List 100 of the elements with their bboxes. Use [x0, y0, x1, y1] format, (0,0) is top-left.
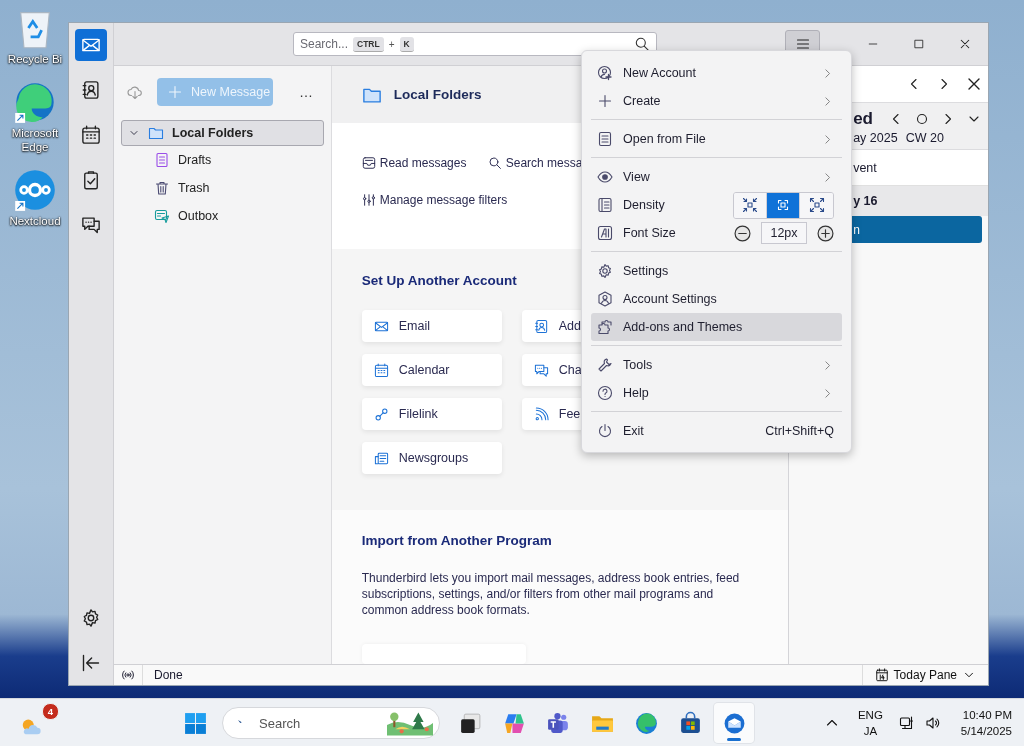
taskbar-search-field[interactable]: Search — [222, 707, 440, 739]
maximize-icon — [913, 38, 925, 50]
section-heading: Import from Another Program — [361, 533, 553, 548]
plus-icon — [597, 93, 613, 109]
menu-item[interactable]: Help — [591, 379, 842, 407]
network-icon — [898, 714, 915, 731]
month-label: ay 2025 — [853, 131, 898, 145]
antenna-icon — [121, 668, 135, 682]
eye-icon — [597, 169, 613, 185]
menu-item[interactable]: Account Settings — [591, 285, 842, 313]
menu-label: Density — [623, 198, 666, 212]
calendar-icon — [81, 125, 101, 145]
link-icon — [373, 406, 389, 422]
calendar-icon — [874, 668, 889, 682]
calendar-icon — [373, 362, 389, 378]
density-option[interactable] — [734, 192, 767, 218]
plus-sign: + — [388, 38, 395, 50]
contacts-icon — [533, 318, 549, 334]
folder-item[interactable]: Drafts — [121, 146, 324, 174]
outbox-icon — [154, 208, 170, 224]
chat-icon — [81, 215, 101, 235]
contacts-icon — [81, 80, 101, 100]
message-filters-link[interactable]: Manage message filters — [361, 193, 508, 208]
puzzle-icon — [597, 319, 613, 335]
close-icon — [959, 38, 971, 50]
menu-icon — [794, 36, 811, 52]
gear-icon — [597, 263, 613, 279]
language-button[interactable]: ENG JA — [857, 706, 883, 739]
more-button[interactable]: … — [295, 84, 317, 100]
circle-icon — [914, 111, 930, 127]
account-gear-icon — [597, 291, 613, 307]
desktop-icon-label: Recycle Bi — [6, 52, 64, 66]
account-type-card[interactable]: Calendar — [361, 354, 502, 387]
start-button[interactable] — [183, 710, 208, 736]
plus-icon — [817, 224, 834, 242]
font-size-field[interactable]: 12px — [761, 222, 807, 244]
power-icon — [597, 423, 613, 439]
density-option[interactable] — [800, 192, 833, 218]
wrench-icon — [597, 357, 613, 373]
account-type-card[interactable]: Email — [361, 310, 502, 343]
menu-item[interactable]: Add-ons and Themes — [591, 313, 842, 341]
density-icon — [597, 197, 613, 213]
desktop-icon-label: Nextcloud — [8, 214, 62, 228]
tasks-icon — [81, 170, 101, 190]
folder-icon — [148, 125, 164, 141]
menu-item[interactable]: New Account — [591, 59, 842, 87]
edge-icon[interactable] — [13, 80, 57, 124]
week-label: CW 20 — [905, 131, 944, 145]
plus-icon — [167, 84, 183, 100]
keyboard-key: CTRL — [353, 36, 384, 52]
menu-item[interactable]: Create — [591, 87, 842, 115]
keyboard-key: K — [399, 36, 414, 52]
edge-icon — [633, 710, 659, 736]
font-size-icon — [597, 225, 613, 241]
help-icon — [597, 385, 613, 401]
folder-item[interactable]: Outbox — [121, 202, 324, 230]
read-messages-link[interactable]: Read messages — [361, 156, 488, 171]
increase-button[interactable] — [817, 224, 834, 242]
search-messages-link[interactable]: Search messa — [487, 156, 583, 171]
search-field[interactable]: Search... CTRL + K — [293, 32, 657, 56]
section-heading: Set Up Another Account — [361, 273, 518, 289]
desktop-icon-label: Microsoft Edge — [10, 126, 60, 154]
import-description: Thunderbird lets you import mail messages, address book entries, feed subscriptions, settings, and/or filters from other mail programs and common address book formats. — [361, 570, 741, 618]
notification-badge: 4 — [42, 702, 59, 720]
menu-label: Font Size — [623, 226, 677, 240]
account-type-card[interactable]: Filelink — [361, 398, 502, 431]
account-add-icon — [597, 65, 613, 81]
trash-icon — [154, 180, 170, 196]
today-pane-button[interactable]: Today Pane — [861, 665, 988, 685]
network-button[interactable] — [898, 714, 915, 731]
close-icon — [966, 76, 982, 92]
sliders-icon — [361, 193, 376, 208]
compact-density-icon — [742, 197, 758, 213]
nextcloud-icon[interactable] — [13, 168, 57, 212]
settings-icon — [81, 608, 101, 628]
weekday-label: ed — [853, 109, 873, 129]
relaxed-density-icon — [808, 197, 825, 213]
decrease-button[interactable] — [734, 224, 751, 242]
density-option[interactable] — [767, 192, 800, 218]
menu-item[interactable]: Open from File — [591, 125, 842, 153]
folder-item[interactable]: Local Folders — [121, 120, 324, 146]
teams-icon — [545, 710, 571, 736]
status-text: Done — [153, 668, 183, 682]
document-icon — [154, 152, 170, 168]
mail-button[interactable] — [75, 29, 107, 61]
minus-icon — [734, 224, 751, 242]
folder-item[interactable]: Trash — [121, 174, 324, 202]
inbox-icon — [361, 156, 376, 171]
file-icon — [597, 131, 613, 147]
menu-item[interactable]: Exit Ctrl+Shift+Q — [591, 417, 842, 445]
collapse-icon — [81, 653, 101, 673]
menu-item[interactable]: Tools — [591, 351, 842, 379]
news-icon — [373, 450, 389, 466]
menu-item[interactable]: Settings — [591, 257, 842, 285]
normal-density-icon — [775, 197, 791, 213]
folder-title: Local Folders — [393, 87, 482, 103]
chat-icon — [533, 362, 549, 378]
feed-icon — [533, 406, 549, 422]
account-type-card[interactable]: Newsgroups — [361, 442, 502, 475]
clock[interactable]: 10:40 PM 5/14/2025 — [960, 706, 1012, 739]
